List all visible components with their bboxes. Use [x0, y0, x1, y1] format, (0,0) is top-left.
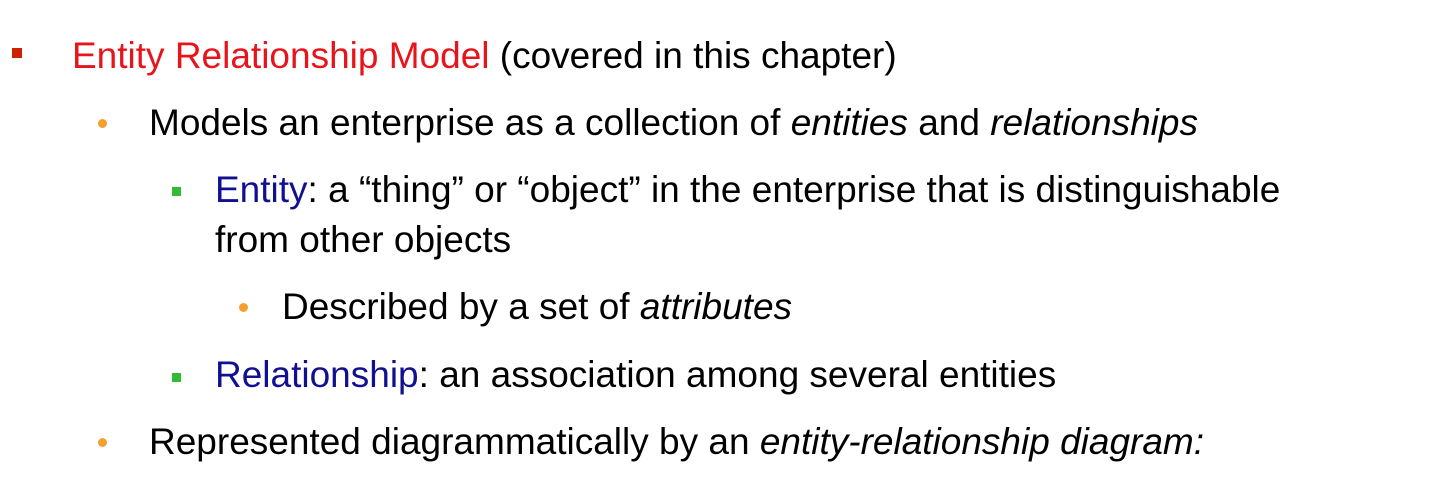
level1-term: Entity Relationship Model: [72, 35, 490, 76]
entity-rest-line2: from other objects: [215, 219, 512, 260]
models-em-entities: entities: [790, 102, 908, 143]
models-prefix: Models an enterprise as a collection of: [149, 102, 791, 143]
represented-line: Represented diagrammatically by an entit…: [149, 420, 1204, 464]
entity-line2: from other objects: [215, 218, 511, 262]
bullet-level2-represented: [98, 438, 107, 447]
described-line: Described by a set of attributes: [282, 285, 792, 329]
models-em-relationships: relationships: [990, 102, 1198, 143]
level1-line: Entity Relationship Model (covered in th…: [72, 34, 897, 78]
described-prefix: Described by a set of: [282, 286, 640, 327]
represented-em-diagram: entity-relationship diagram:: [759, 421, 1205, 462]
entity-term: Entity: [215, 169, 308, 210]
described-em-attributes: attributes: [639, 286, 793, 327]
bullet-level2-models: [98, 119, 107, 128]
relationship-rest: : an association among several entities: [418, 354, 1057, 395]
level1-rest: (covered in this chapter): [489, 35, 897, 76]
bullet-level4-described: [239, 303, 248, 312]
entity-rest-line1: : a “thing” or “object” in the enterpris…: [307, 169, 1281, 210]
models-mid: and: [907, 102, 991, 143]
represented-prefix: Represented diagrammatically by an: [149, 421, 760, 462]
models-line: Models an enterprise as a collection of …: [149, 101, 1198, 145]
relationship-term: Relationship: [215, 354, 419, 395]
relationship-line: Relationship: an association among sever…: [215, 353, 1056, 397]
bullet-level3-entity: [172, 187, 181, 196]
entity-line1: Entity: a “thing” or “object” in the ent…: [215, 168, 1280, 212]
bullet-level3-relationship: [172, 373, 181, 382]
bullet-level1: [12, 48, 22, 58]
